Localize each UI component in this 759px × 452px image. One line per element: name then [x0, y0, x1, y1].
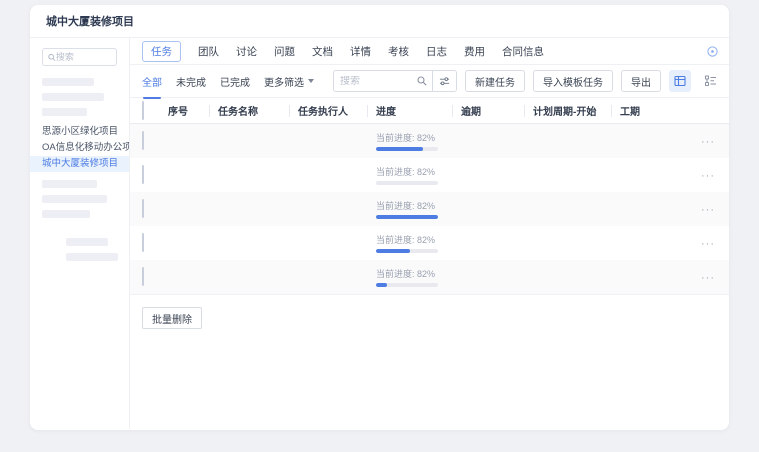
- column-header-progress: 进度: [376, 103, 461, 118]
- advanced-search-button[interactable]: [432, 71, 456, 91]
- sidebar-item-project-3-active[interactable]: 城中大厦装修项目: [30, 156, 129, 172]
- module-tabbar: 任务 团队 讨论 问题 文档 详情 考核 日志 费用 合同信息: [130, 38, 729, 65]
- table-row[interactable]: 当前进度: 82% ···: [130, 158, 729, 192]
- project-window: 城中大厦装修项目 思源小区绿化项目 OA信息化移动办公项目 城中大厦装修项目: [30, 5, 729, 430]
- filter-all[interactable]: 全部: [142, 74, 162, 89]
- sidebar-skeleton: [42, 93, 104, 101]
- task-search-input[interactable]: [334, 76, 412, 87]
- progress-label: 当前进度: 82%: [376, 267, 461, 280]
- row-checkbox[interactable]: [142, 267, 144, 286]
- progress-label: 当前进度: 82%: [376, 199, 461, 212]
- filter-toolbar: 全部 未完成 已完成 更多筛选: [130, 65, 729, 98]
- tab-documents[interactable]: 文档: [312, 44, 333, 59]
- filter-incomplete[interactable]: 未完成: [176, 74, 206, 89]
- sidebar-item-project-1[interactable]: 思源小区绿化项目: [30, 124, 129, 140]
- export-button[interactable]: 导出: [621, 70, 661, 92]
- sidebar-skeleton: [66, 238, 108, 246]
- progress-bar: [376, 215, 438, 219]
- batch-delete-button[interactable]: 批量删除: [142, 307, 202, 329]
- row-menu-button[interactable]: ···: [701, 272, 719, 284]
- row-checkbox[interactable]: [142, 233, 144, 252]
- tab-assessment[interactable]: 考核: [388, 44, 409, 59]
- sidebar-search-input[interactable]: [56, 52, 111, 62]
- row-checkbox[interactable]: [142, 199, 144, 218]
- progress-label: 当前进度: 82%: [376, 131, 461, 144]
- progress-label: 当前进度: 82%: [376, 233, 461, 246]
- row-menu-button[interactable]: ···: [701, 238, 719, 250]
- more-filters-dropdown[interactable]: 更多筛选: [264, 74, 314, 89]
- table-header: 序号 任务名称 任务执行人 进度 逾期 计划周期-开始 工期: [130, 98, 729, 124]
- tab-discussion[interactable]: 讨论: [236, 44, 257, 59]
- page-title: 城中大厦装修项目: [46, 13, 134, 29]
- search-icon[interactable]: [412, 76, 432, 86]
- progress-bar: [376, 283, 438, 287]
- chevron-down-icon: [308, 79, 314, 83]
- column-header-plan-period: 计划周期-开始: [533, 103, 620, 118]
- table-row[interactable]: 当前进度: 82% ···: [130, 124, 729, 158]
- sidebar-skeleton: [42, 108, 87, 116]
- sidebar-skeleton: [66, 253, 118, 261]
- tab-tasks[interactable]: 任务: [142, 41, 181, 62]
- sidebar-search[interactable]: [42, 48, 117, 66]
- project-sidebar: 思源小区绿化项目 OA信息化移动办公项目 城中大厦装修项目: [30, 38, 130, 429]
- select-all-checkbox[interactable]: [142, 101, 144, 120]
- tab-issues[interactable]: 问题: [274, 44, 295, 59]
- task-search: [333, 70, 457, 92]
- table-view-button[interactable]: [669, 70, 691, 92]
- sidebar-item-project-2[interactable]: OA信息化移动办公项目: [30, 140, 129, 156]
- task-table-body: 当前进度: 82% ··· 当前进度: 82%: [130, 124, 729, 295]
- import-template-task-button[interactable]: 导入模板任务: [533, 70, 613, 92]
- tab-logs[interactable]: 日志: [426, 44, 447, 59]
- column-settings-button[interactable]: [699, 70, 721, 92]
- tab-details[interactable]: 详情: [350, 44, 371, 59]
- progress-bar: [376, 147, 438, 151]
- column-header-duration: 工期: [620, 103, 686, 118]
- column-header-number: 序号: [168, 103, 218, 118]
- progress-bar: [376, 181, 438, 185]
- tab-costs[interactable]: 费用: [464, 44, 485, 59]
- table-row[interactable]: 当前进度: 82% ···: [130, 226, 729, 260]
- table-columns-icon: [674, 75, 686, 87]
- filter-sliders-icon: [439, 76, 450, 86]
- row-checkbox[interactable]: [142, 131, 144, 150]
- filter-completed[interactable]: 已完成: [220, 74, 250, 89]
- sidebar-skeleton: [42, 195, 107, 203]
- list-settings-icon: [704, 75, 717, 87]
- window-titlebar: 城中大厦装修项目: [30, 5, 729, 38]
- target-circle-icon[interactable]: [706, 45, 719, 58]
- table-row[interactable]: 当前进度: 82% ···: [130, 260, 729, 294]
- progress-label: 当前进度: 82%: [376, 165, 461, 178]
- search-icon: [48, 53, 56, 62]
- sidebar-skeleton: [42, 180, 97, 188]
- row-menu-button[interactable]: ···: [701, 204, 719, 216]
- row-checkbox[interactable]: [142, 165, 144, 184]
- tab-contract-info[interactable]: 合同信息: [502, 44, 544, 59]
- tab-team[interactable]: 团队: [198, 44, 219, 59]
- row-menu-button[interactable]: ···: [701, 170, 719, 182]
- table-row[interactable]: 当前进度: 82% ···: [130, 192, 729, 226]
- new-task-button[interactable]: 新建任务: [465, 70, 525, 92]
- progress-bar: [376, 249, 438, 253]
- column-header-task-name: 任务名称: [218, 103, 298, 118]
- sidebar-skeleton: [42, 78, 94, 86]
- column-header-executor: 任务执行人: [298, 103, 376, 118]
- column-header-overdue: 逾期: [461, 103, 533, 118]
- row-menu-button[interactable]: ···: [701, 136, 719, 148]
- sidebar-skeleton: [42, 210, 90, 218]
